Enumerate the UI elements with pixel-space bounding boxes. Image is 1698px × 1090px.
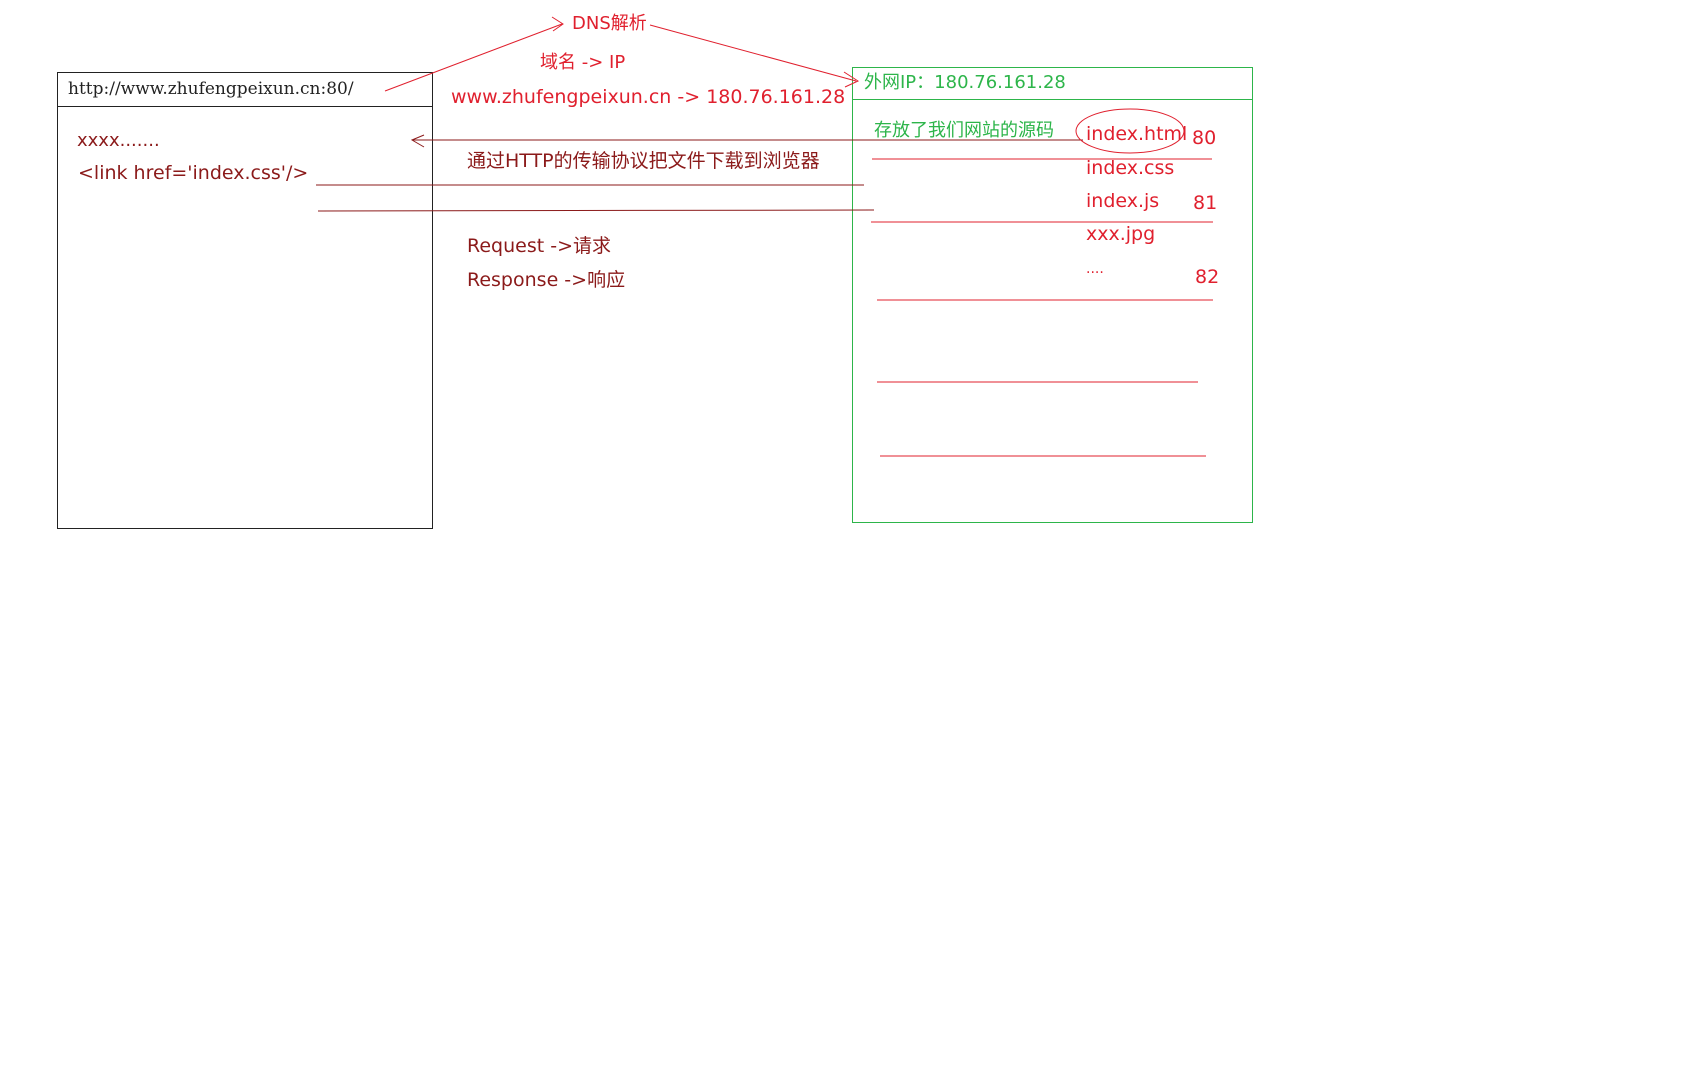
dns-response-line	[649, 24, 857, 82]
dns-request-line	[384, 23, 563, 92]
annotation-lines	[316, 16, 1213, 457]
middle-line-2	[317, 209, 875, 212]
return-arrowhead	[410, 134, 425, 148]
index-html-highlight	[1075, 108, 1185, 154]
